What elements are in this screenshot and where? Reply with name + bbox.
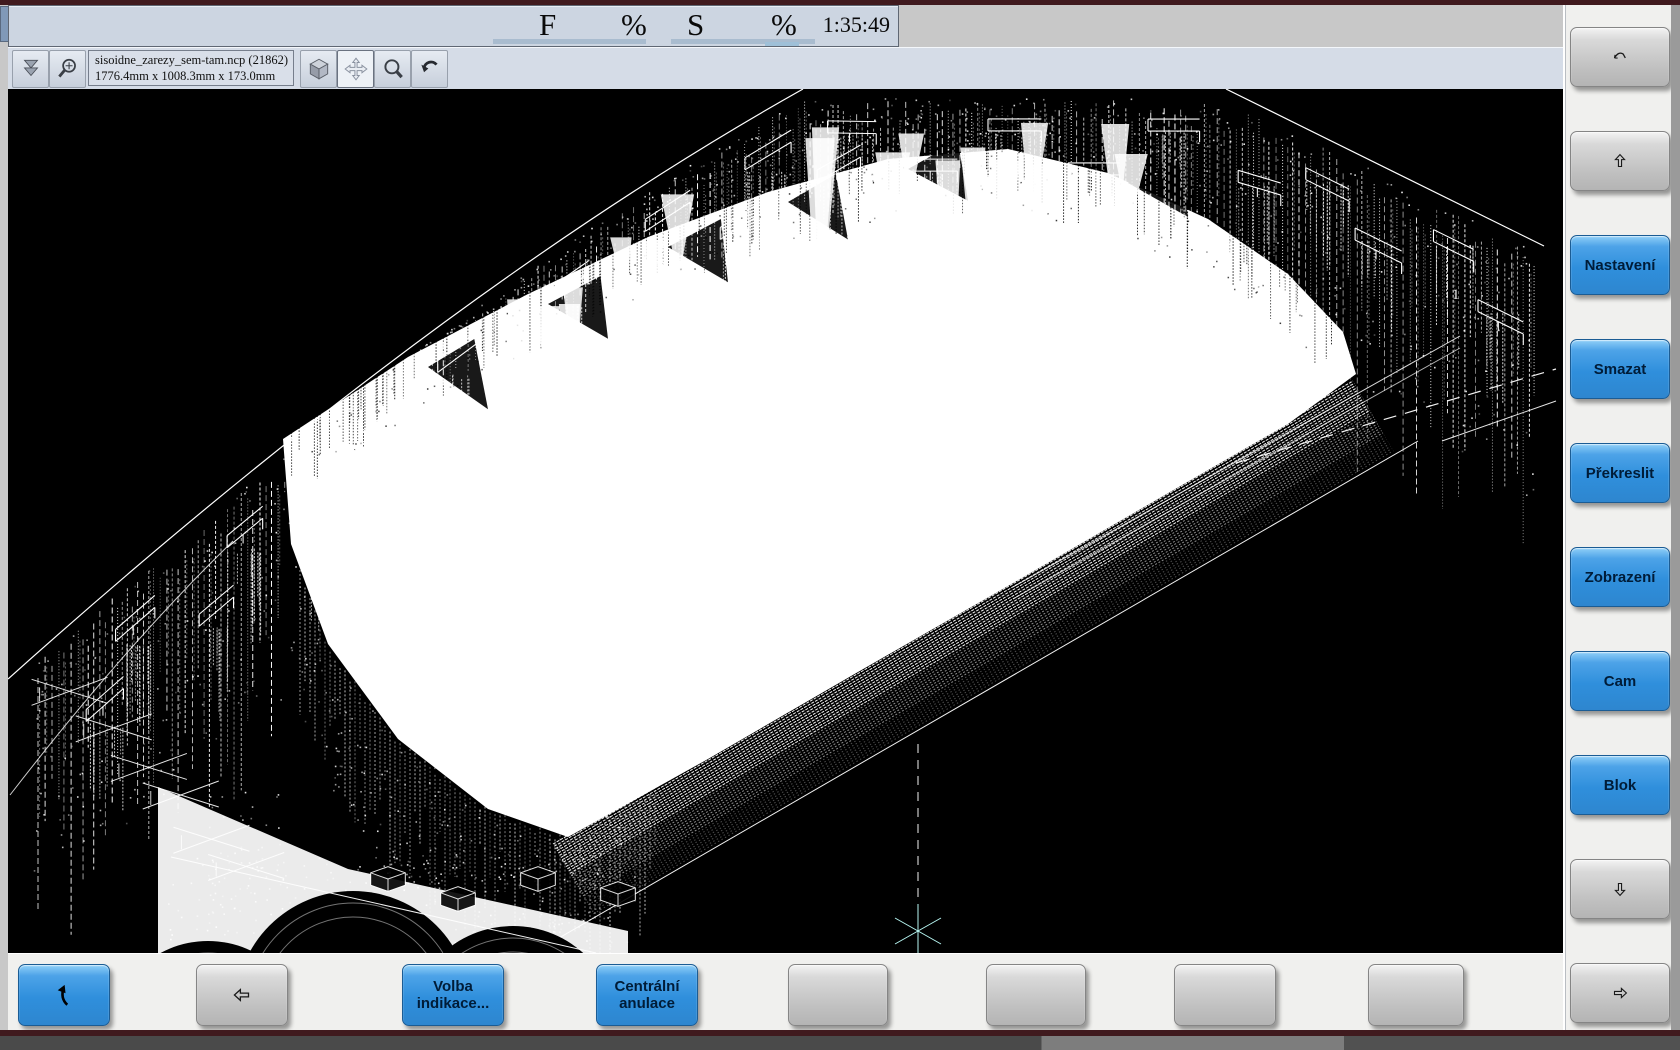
toolpath-canvas[interactable]: 1: [8, 89, 1563, 953]
softkey-nastaven-[interactable]: Nastavení: [1570, 235, 1670, 295]
toolpath-wireframe: 1: [8, 89, 1563, 953]
down-arrow-icon: [1609, 878, 1631, 900]
softkey-label: Cam: [1604, 673, 1637, 690]
softkey-right-arrow-icon[interactable]: [1570, 963, 1670, 1023]
softkey-label: Překreslit: [1586, 465, 1654, 482]
softkey-bottom-bar: Volba indikace... Centrální anulace: [8, 953, 1563, 1031]
zoom-fit-button[interactable]: [49, 50, 86, 88]
rotate-icon: [417, 56, 443, 82]
softkey-smazat[interactable]: Smazat: [1570, 339, 1670, 399]
softkey-blank-6[interactable]: [1174, 964, 1276, 1026]
softkey-label: Zobrazení: [1585, 569, 1656, 586]
clock-readout: 1:35:49: [823, 12, 890, 38]
up-arrow-icon: [1609, 150, 1631, 172]
softkey-blank-7[interactable]: [1368, 964, 1464, 1026]
double-down-arrow-icon: [18, 56, 44, 82]
cube-icon: [306, 56, 332, 82]
view-cube-button[interactable]: [300, 50, 337, 88]
softkey-label: Nastavení: [1585, 257, 1656, 274]
spindle-unit-label: %: [771, 7, 797, 43]
softkey-label: Blok: [1604, 777, 1637, 794]
right-arrow-icon: [1609, 982, 1631, 1004]
zoom-tool-button[interactable]: [374, 50, 411, 88]
softkey-label: Smazat: [1594, 361, 1647, 378]
softkey-sidebar: Nastavení Smazat Překreslit Zobrazení Cam Blo…: [1563, 5, 1679, 1030]
softkey-down-arrow-icon[interactable]: [1570, 859, 1670, 919]
program-dimensions: 1776.4mm x 1008.3mm x 173.0mm: [95, 68, 287, 84]
softkey-zobrazen-[interactable]: Zobrazení: [1570, 547, 1670, 607]
softkey-return-arrow-icon[interactable]: [1570, 27, 1670, 87]
softkey-blank-4[interactable]: [788, 964, 888, 1026]
softkey-left-arrow-icon-1[interactable]: [196, 964, 288, 1026]
zoom-icon: [380, 56, 406, 82]
pan-tool-button[interactable]: [337, 50, 374, 88]
cnc-graphics-screen: { "header": { "feed_label": "F", "feed_u…: [0, 0, 1680, 1050]
program-file-info: sisoidne_zarezy_sem-tam.ncp (21862) 1776…: [88, 50, 294, 86]
graphics-toolbar: sisoidne_zarezy_sem-tam.ncp (21862) 1776…: [8, 47, 1563, 90]
feed-label: F: [539, 7, 556, 43]
left-arrow-icon: [229, 982, 255, 1008]
return-arrow-icon: [1609, 46, 1631, 68]
double-down-arrow-button[interactable]: [12, 50, 49, 88]
softkey-p-ekreslit[interactable]: Překreslit: [1570, 443, 1670, 503]
softkey-label: Volba indikace...: [408, 978, 498, 1012]
softkey-centr-ln-anulace[interactable]: Centrální anulace: [596, 964, 698, 1026]
softkey-up-arrow-icon[interactable]: [1570, 131, 1670, 191]
pan-icon: [343, 56, 369, 82]
spindle-mini-bar: [765, 42, 799, 46]
softkey-volba-indikace-[interactable]: Volba indikace...: [402, 964, 504, 1026]
softkey-cam[interactable]: Cam: [1570, 651, 1670, 711]
taskbar-strip: [0, 1036, 1680, 1050]
status-header-panel: F % S % 1:35:49: [8, 5, 899, 47]
feed-override-bar: [493, 39, 646, 44]
softkey-blok[interactable]: Blok: [1570, 755, 1670, 815]
back-arrow-icon: [51, 982, 77, 1008]
program-file-name: sisoidne_zarezy_sem-tam.ncp (21862): [95, 52, 287, 68]
feed-unit-label: %: [621, 7, 647, 43]
spindle-label: S: [687, 7, 704, 43]
window-right-border: [1671, 5, 1680, 1030]
softkey-blank-5[interactable]: [986, 964, 1086, 1026]
zoom-fit-icon: [55, 56, 81, 82]
softkey-back-arrow-icon-0[interactable]: [18, 964, 110, 1026]
rotate-view-button[interactable]: [411, 50, 448, 88]
softkey-label: Centrální anulace: [602, 978, 692, 1012]
